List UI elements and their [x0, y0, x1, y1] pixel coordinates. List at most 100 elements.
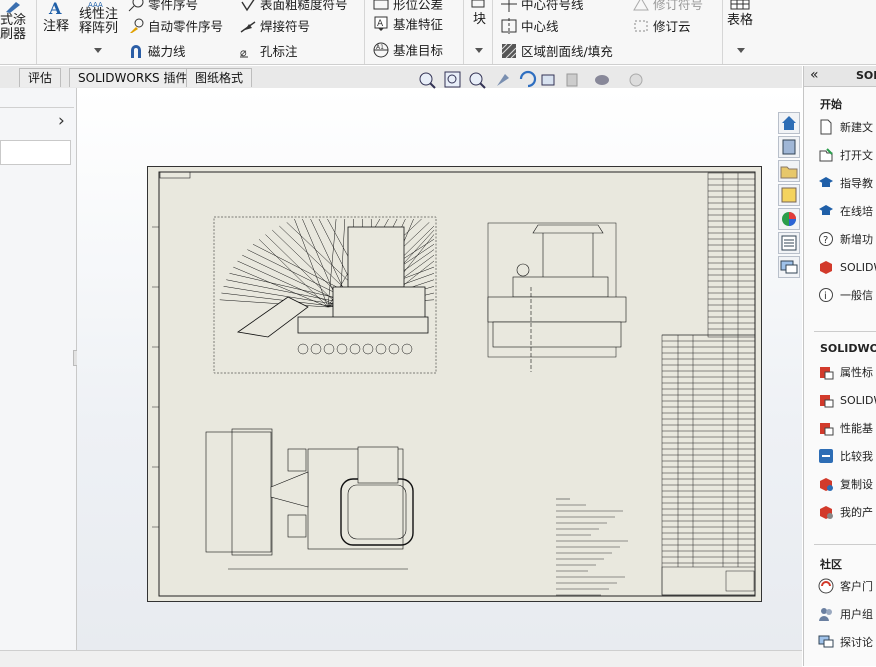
drawing-content	[152, 171, 756, 597]
display-style-icon[interactable]	[566, 73, 578, 87]
hole-callout-button[interactable]: ⌀ 孔标注	[240, 41, 298, 60]
pan-icon[interactable]	[497, 74, 509, 86]
note-button[interactable]: 注释	[43, 15, 69, 34]
link-discussion-forum[interactable]: 探讨论	[818, 634, 873, 650]
collapse-icon[interactable]: «	[810, 67, 819, 83]
datum-target-icon: A1	[373, 42, 389, 57]
link-label: 新增功	[840, 233, 873, 246]
tab-evaluate[interactable]: 评估	[19, 68, 62, 87]
section-heading-solidworks-tools: SOLIDWOR	[820, 342, 876, 355]
link-label: 属性标	[840, 366, 873, 379]
zoom-to-fit-icon[interactable]	[419, 72, 436, 89]
datum-feature-label: 基准特征	[393, 17, 444, 32]
3d-view-icon[interactable]	[541, 74, 555, 86]
link-property-tab[interactable]: 属性标	[818, 364, 873, 380]
panel-divider	[0, 107, 74, 108]
tab-custom-properties[interactable]	[778, 232, 800, 254]
link-label: 新建文	[840, 121, 873, 134]
tab-forum[interactable]	[778, 256, 800, 278]
chevron-down-icon[interactable]	[94, 48, 102, 54]
link-open-document[interactable]: 打开文	[818, 147, 873, 163]
surface-finish-icon	[241, 0, 255, 11]
centerline-icon	[501, 17, 517, 34]
brush-icon	[6, 2, 20, 13]
tab-design-library[interactable]	[778, 136, 800, 158]
block-icon	[471, 0, 485, 8]
tab-view-palette[interactable]	[778, 184, 800, 206]
tables-button[interactable]: 表格	[727, 9, 753, 28]
tab-file-explorer[interactable]	[778, 160, 800, 182]
chevron-down-icon[interactable]	[737, 48, 745, 54]
bill-of-materials	[661, 172, 756, 596]
area-hatch-button[interactable]: 区域剖面线/填充	[501, 41, 613, 60]
link-copy-settings[interactable]: 复制设	[818, 476, 873, 492]
format-painter-label-2: 刷器	[0, 27, 27, 42]
link-customer-portal[interactable]: 客户门	[818, 578, 873, 594]
surface-finish-label: 表面粗糙度符号	[260, 0, 348, 12]
link-whats-new[interactable]: ? 新增功	[818, 231, 873, 247]
link-solidworks-rx[interactable]: SOLIDW	[818, 392, 876, 408]
tab-home[interactable]	[778, 112, 800, 134]
link-new-document[interactable]: 新建文	[818, 119, 873, 135]
view-palette-icon	[781, 187, 797, 203]
forum-icon	[818, 635, 834, 648]
folder-icon	[780, 166, 798, 179]
link-performance-benchmark[interactable]: 性能基	[818, 420, 873, 436]
link-label: 探讨论	[840, 636, 873, 649]
link-tutorials[interactable]: 指导教	[818, 175, 873, 191]
tab-sheet-format[interactable]: 图纸格式	[186, 68, 253, 87]
area-hatch-label: 区域剖面线/填充	[521, 44, 613, 59]
datum-target-button[interactable]: A1 基准目标	[373, 40, 443, 59]
balloon-button[interactable]: 零件序号	[128, 0, 198, 13]
link-online-training[interactable]: 在线培	[818, 203, 873, 219]
revision-cloud-button[interactable]: 修订云	[633, 16, 691, 35]
center-mark-button[interactable]: 中心符号线	[501, 0, 584, 13]
magnetic-line-button[interactable]: 磁力线	[128, 41, 186, 60]
sw-tool-icon	[820, 367, 834, 380]
block-button[interactable]: 块	[473, 8, 486, 27]
magnet-icon	[131, 44, 141, 58]
zoom-in-out-icon[interactable]	[469, 72, 486, 89]
hide-show-icon[interactable]	[595, 75, 609, 85]
linear-note-pattern-button[interactable]: 线性注 释阵列	[79, 8, 118, 36]
appearance-icon[interactable]	[629, 73, 643, 87]
rotate-icon[interactable]	[519, 70, 537, 88]
centerline-button[interactable]: 中心线	[501, 16, 559, 35]
link-label: 一般信	[840, 289, 873, 302]
zoom-to-area-icon[interactable]	[444, 71, 461, 88]
svg-text:i: i	[824, 291, 827, 302]
drawing-sheet[interactable]	[147, 166, 762, 602]
weld-symbol-label: 焊接符号	[260, 19, 311, 34]
chat-icon	[780, 260, 798, 274]
sw-tool-icon	[820, 395, 834, 408]
panel-row[interactable]: ›	[0, 110, 74, 134]
task-pane-title: SOL	[856, 69, 876, 82]
link-my-products[interactable]: 我的产	[818, 504, 873, 520]
surface-finish-button[interactable]: 表面粗糙度符号	[240, 0, 348, 13]
auto-balloon-button[interactable]: 自动零件序号	[128, 16, 223, 35]
weld-symbol-button[interactable]: 焊接符号	[240, 16, 310, 35]
datum-feature-button[interactable]: A 基准特征	[373, 14, 443, 33]
balloon-label: 零件序号	[148, 0, 199, 12]
centerline-label: 中心线	[521, 19, 559, 34]
link-label: SOLIDW	[840, 260, 876, 274]
link-solidworks[interactable]: SOLIDW	[818, 259, 876, 275]
side-view	[487, 222, 627, 372]
revision-cloud-label: 修订云	[653, 19, 691, 34]
library-icon	[782, 139, 796, 155]
link-general-info[interactable]: i 一般信	[818, 287, 873, 303]
tab-appearances[interactable]	[778, 208, 800, 230]
chevron-right-icon[interactable]: ›	[58, 111, 65, 131]
tab-solidworks-addins[interactable]: SOLIDWORKS 插件	[69, 68, 197, 87]
graduation-cap-icon	[819, 205, 833, 215]
filter-input[interactable]	[0, 140, 71, 165]
link-label: 客户门	[840, 580, 873, 593]
center-mark-label: 中心符号线	[521, 0, 584, 12]
chevron-down-icon[interactable]	[475, 48, 483, 54]
revision-symbol-button[interactable]: 修订符号	[633, 0, 703, 13]
link-user-groups[interactable]: 用户组	[818, 606, 873, 622]
task-pane: « SOL 开始 新建文 打开文 指导教 在线培 ? 新增功 SOLIDW i 一般…	[803, 66, 876, 666]
geometric-tolerance-button[interactable]: 形位公差	[373, 0, 443, 13]
link-compare-score[interactable]: 比较我	[818, 448, 873, 464]
format-painter-button[interactable]: 式涂 刷器	[0, 14, 26, 42]
